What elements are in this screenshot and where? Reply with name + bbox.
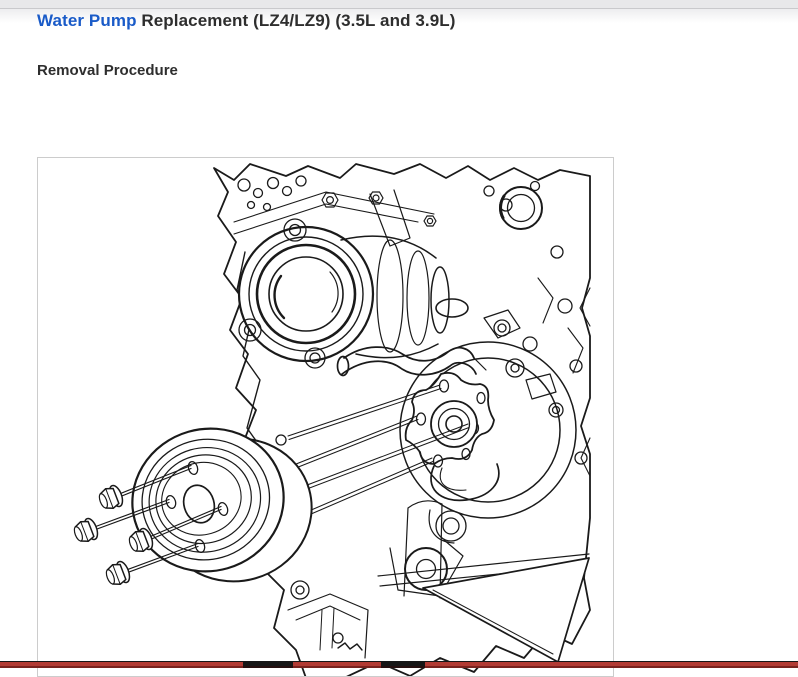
- figure-box: [37, 157, 614, 677]
- page-title-rest: Replacement (LZ4/LZ9) (3.5L and 3.9L): [141, 11, 455, 30]
- bottom-edge-bar: [0, 661, 798, 668]
- bolt-head: [103, 560, 132, 588]
- removal-procedure-heading: Removal Procedure: [37, 62, 178, 79]
- water-pump-link[interactable]: Water Pump: [37, 11, 137, 30]
- bolt-head: [96, 484, 125, 512]
- water-pump-diagram: [38, 158, 613, 676]
- page-title: Water Pump Replacement (LZ4/LZ9) (3.5L a…: [37, 11, 456, 31]
- bolt-head: [71, 517, 100, 545]
- top-toolbar-edge: [0, 0, 798, 9]
